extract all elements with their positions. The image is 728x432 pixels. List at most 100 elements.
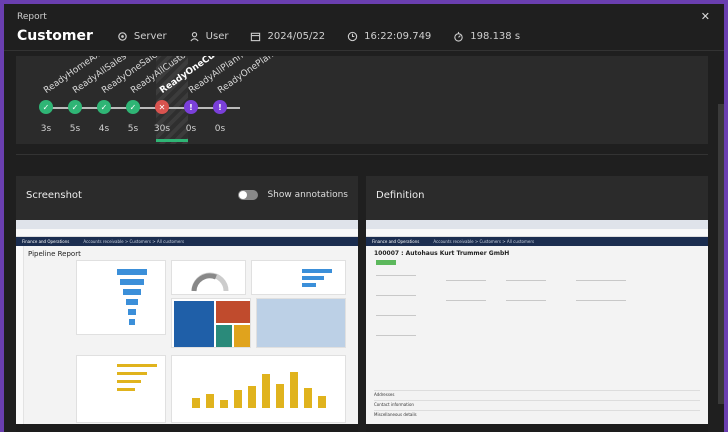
browser-tabbar <box>366 220 708 229</box>
clock-icon <box>347 31 358 41</box>
bar <box>302 276 324 280</box>
app-name: Finance and Operations <box>372 239 420 244</box>
step-duration: 5s <box>69 124 81 134</box>
time-info: 16:22:09.749 <box>347 31 431 42</box>
treemap-cell <box>216 301 250 323</box>
annotations-toggle[interactable] <box>238 190 258 200</box>
step-duration: 5s <box>127 124 139 134</box>
app-bar: Finance and Operations Accounts receivabl… <box>366 237 708 246</box>
header-divider <box>4 50 724 51</box>
bar <box>302 283 316 287</box>
form-field-line[interactable] <box>506 280 546 281</box>
step-duration: 30s <box>153 124 171 134</box>
form-field-line[interactable] <box>446 300 486 301</box>
date-info: 2024/05/22 <box>250 31 325 42</box>
bar <box>117 388 135 391</box>
info-row: Customer Server User 2024/05/22 16:22:09… <box>17 26 520 46</box>
browser-address-bar <box>366 229 708 237</box>
app-breadcrumb: Accounts receivable > Customers > All cu… <box>83 239 185 244</box>
stopwatch-icon <box>454 31 464 42</box>
step-node-passed[interactable]: ✓ <box>39 100 53 114</box>
step-node-passed[interactable]: ✓ <box>97 100 111 114</box>
annotations-toggle-label: Show annotations <box>267 190 348 200</box>
scrollbar[interactable] <box>718 104 724 404</box>
treemap-cell <box>234 325 250 347</box>
form-field-line[interactable] <box>576 280 626 281</box>
step-node-pending[interactable]: ! <box>213 100 227 114</box>
form-field-line[interactable] <box>376 275 416 276</box>
app-sidebar <box>16 246 24 424</box>
step-node-passed[interactable]: ✓ <box>126 100 140 114</box>
funnel-bar <box>128 309 136 315</box>
section-divider <box>16 154 708 155</box>
funnel-bar <box>129 319 135 325</box>
app-breadcrumb: Accounts receivable > Customers > All cu… <box>433 239 535 244</box>
step-duration: 4s <box>98 124 110 134</box>
bar <box>117 364 157 367</box>
step-timeline: ✓ ReadyHomeAx 3s ✓ ReadyAllSalesO... 5s ✓ Ready… <box>16 56 708 144</box>
app-name: Finance and Operations <box>22 239 70 244</box>
step-node-failed[interactable]: ✕ <box>155 100 169 114</box>
page-title: Customer <box>17 28 93 44</box>
bar <box>117 372 147 375</box>
form-field-line[interactable] <box>506 300 546 301</box>
form-field-line[interactable] <box>376 315 416 316</box>
browser-tabbar <box>16 220 358 229</box>
column <box>192 398 200 408</box>
step-duration: 0s <box>214 124 226 134</box>
map-tile <box>256 298 346 348</box>
date-text: 2024/05/22 <box>267 30 326 42</box>
form-field-line[interactable] <box>376 335 416 336</box>
form-field-line[interactable] <box>446 280 486 281</box>
record-title: 100007 : Autohaus Kurt Trummer GmbH <box>374 250 510 257</box>
column <box>276 384 284 408</box>
step-duration: 3s <box>40 124 52 134</box>
gauge-chart <box>191 272 229 292</box>
column <box>234 390 242 408</box>
general-tab-highlight <box>376 260 396 265</box>
browser-address-bar <box>16 229 358 237</box>
pipeline-report-title: Pipeline Report <box>28 250 81 258</box>
column <box>248 386 256 408</box>
duration-info: 198.138 s <box>453 31 520 42</box>
time-text: 16:22:09.749 <box>364 30 432 42</box>
treemap-cell <box>174 301 214 347</box>
section-addresses[interactable]: Addresses <box>374 390 700 398</box>
gauge-tile <box>171 260 246 295</box>
form-field-line[interactable] <box>576 300 626 301</box>
funnel-bar <box>126 299 138 305</box>
app-bar: Finance and Operations Accounts receivabl… <box>16 237 358 246</box>
duration-text: 198.138 s <box>470 30 521 42</box>
form-field-line[interactable] <box>376 295 416 296</box>
column <box>262 374 270 408</box>
column-tile <box>171 355 346 423</box>
bar-tile <box>251 260 346 295</box>
column <box>206 394 214 408</box>
section-contact-information[interactable]: Contact information <box>374 400 700 408</box>
funnel-bar <box>120 279 144 285</box>
server-info: Server <box>117 31 167 42</box>
list-tile <box>76 355 166 423</box>
screenshot-card: Screenshot Show annotations Finance and … <box>16 176 358 432</box>
section-miscellaneous-details[interactable]: Miscellaneous details <box>374 410 700 418</box>
treemap-tile <box>171 298 251 348</box>
funnel-bar <box>117 269 147 275</box>
window-frame: Report ✕ Customer Server User 2024/05/22… <box>0 0 728 432</box>
close-icon[interactable]: ✕ <box>701 10 710 23</box>
step-node-pending[interactable]: ! <box>184 100 198 114</box>
funnel-tile <box>76 260 166 335</box>
user-info: User <box>189 30 229 42</box>
definition-card: Definition Finance and Operations Account… <box>366 176 708 432</box>
screenshot-image: Finance and Operations Accounts receivabl… <box>16 220 358 432</box>
step-node-passed[interactable]: ✓ <box>68 100 82 114</box>
server-icon <box>118 31 127 41</box>
column <box>304 388 312 408</box>
report-label: Report <box>17 12 47 22</box>
column <box>318 396 326 408</box>
os-taskbar <box>16 424 358 432</box>
user-text: User <box>205 30 229 42</box>
user-icon <box>190 31 199 41</box>
os-taskbar <box>366 424 708 432</box>
step-duration: 0s <box>185 124 197 134</box>
screenshot-title: Screenshot <box>26 190 82 201</box>
